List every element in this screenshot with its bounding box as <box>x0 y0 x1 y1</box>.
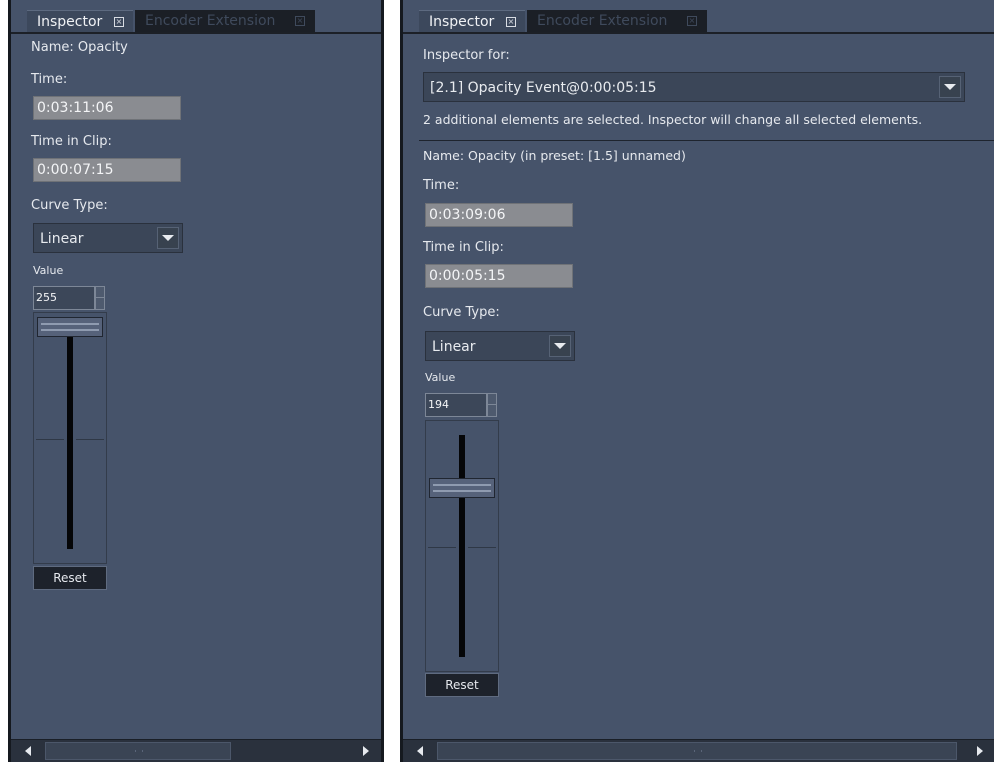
name-label: Name: Opacity <box>31 40 128 55</box>
time-in-clip-label: Time in Clip: <box>31 134 112 149</box>
slider-tick <box>76 439 104 440</box>
tab-inspector-label: Inspector <box>37 14 103 30</box>
close-box-icon[interactable]: × <box>114 17 124 27</box>
scrollbar-thumb[interactable] <box>45 742 231 760</box>
arrow-left-icon[interactable] <box>413 743 427 759</box>
slider-thumb[interactable] <box>429 478 495 499</box>
time-in-clip-label: Time in Clip: <box>423 240 504 255</box>
slider-track <box>67 337 73 549</box>
value-input[interactable]: 194 <box>425 393 487 417</box>
scrollbar-thumb[interactable] <box>437 742 957 760</box>
inspector-for-value: [2.1] Opacity Event@0:00:05:15 <box>430 80 657 96</box>
slider-thumb[interactable] <box>37 317 103 337</box>
tab-bar: Inspector × Encoder Extension × <box>11 10 381 34</box>
tab-encoder-extension-label: Encoder Extension <box>537 13 668 29</box>
chevron-down-icon[interactable] <box>939 76 961 98</box>
close-box-icon[interactable]: × <box>506 17 516 27</box>
chevron-down-icon[interactable] <box>549 335 571 357</box>
tab-encoder-extension[interactable]: Encoder Extension × <box>135 10 315 32</box>
arrow-right-icon[interactable] <box>973 743 987 759</box>
tab-inspector-label: Inspector <box>429 14 495 30</box>
inspector-for-label: Inspector for: <box>423 48 510 63</box>
reset-button[interactable]: Reset <box>33 566 107 590</box>
close-box-icon[interactable]: × <box>295 16 305 26</box>
tab-bar: Inspector × Encoder Extension × <box>403 10 994 34</box>
tab-inspector[interactable]: Inspector × <box>27 10 133 32</box>
value-slider[interactable] <box>425 420 499 672</box>
value-slider[interactable] <box>33 312 107 564</box>
tab-inspector[interactable]: Inspector × <box>419 10 525 32</box>
chevron-down-icon[interactable] <box>157 227 179 249</box>
divider <box>419 140 994 141</box>
curve-type-value: Linear <box>432 339 476 355</box>
time-field[interactable]: 0:03:11:06 <box>33 96 181 120</box>
value-spinner[interactable] <box>95 286 105 310</box>
value-spinner[interactable] <box>487 393 497 417</box>
time-in-clip-field[interactable]: 0:00:05:15 <box>425 264 573 288</box>
curve-type-label: Curve Type: <box>31 198 108 213</box>
arrow-right-icon[interactable] <box>359 743 373 759</box>
slider-track <box>459 435 465 657</box>
time-in-clip-field[interactable]: 0:00:07:15 <box>33 158 181 182</box>
value-input[interactable]: 255 <box>33 286 95 310</box>
slider-tick <box>36 439 64 440</box>
tab-encoder-extension-label: Encoder Extension <box>145 13 276 29</box>
curve-type-dropdown[interactable]: Linear <box>33 223 183 253</box>
slider-tick <box>468 547 496 548</box>
inspector-panel-left: Inspector × Encoder Extension × Name: Op… <box>8 0 384 762</box>
time-label: Time: <box>31 72 68 87</box>
slider-tick <box>428 547 456 548</box>
horizontal-scrollbar[interactable] <box>11 739 381 762</box>
time-label: Time: <box>423 178 460 193</box>
tab-encoder-extension[interactable]: Encoder Extension × <box>527 10 707 32</box>
time-field[interactable]: 0:03:09:06 <box>425 203 573 227</box>
arrow-left-icon[interactable] <box>21 743 35 759</box>
value-label: Value <box>425 371 456 384</box>
name-label: Name: Opacity (in preset: [1.5] unnamed) <box>423 148 686 163</box>
inspector-panel-right: Inspector × Encoder Extension × Inspecto… <box>400 0 994 762</box>
value-label: Value <box>33 264 64 277</box>
inspector-for-dropdown[interactable]: [2.1] Opacity Event@0:00:05:15 <box>423 72 965 102</box>
horizontal-scrollbar[interactable] <box>403 739 994 762</box>
curve-type-dropdown[interactable]: Linear <box>425 331 575 361</box>
close-box-icon[interactable]: × <box>687 16 697 26</box>
reset-button[interactable]: Reset <box>425 673 499 697</box>
selection-info-text: 2 additional elements are selected. Insp… <box>423 112 923 127</box>
curve-type-label: Curve Type: <box>423 305 500 320</box>
curve-type-value: Linear <box>40 231 84 247</box>
